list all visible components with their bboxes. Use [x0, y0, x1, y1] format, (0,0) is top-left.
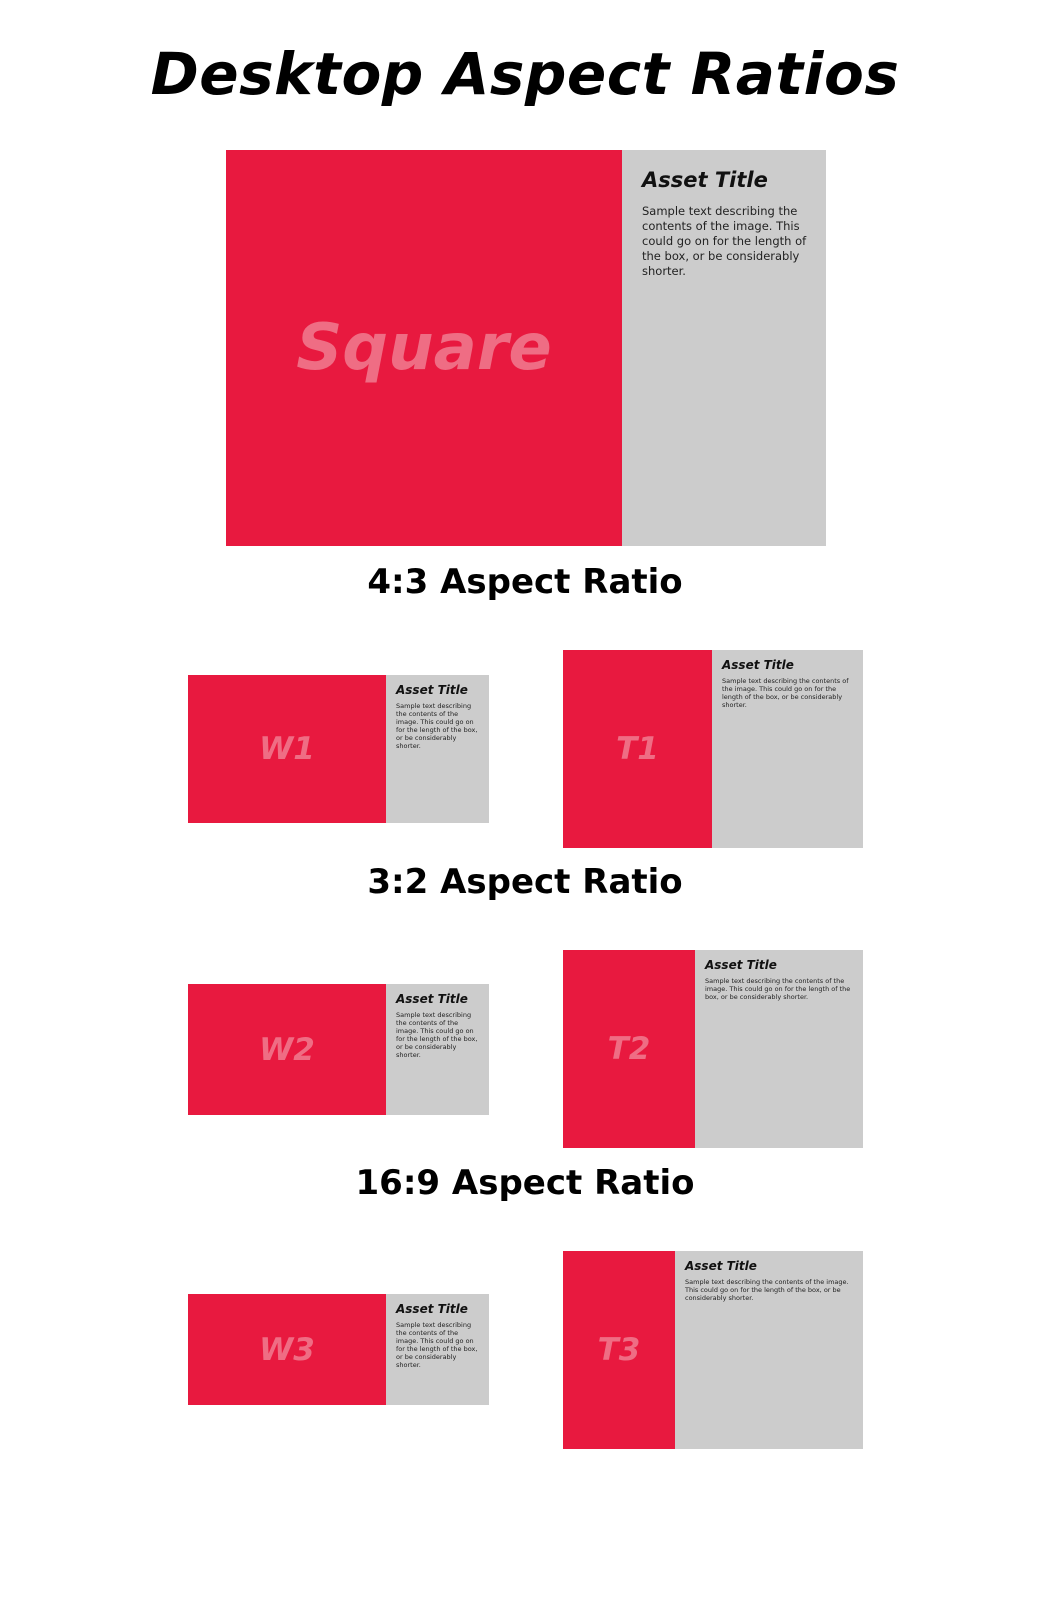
square-asset-description: Sample text describing the contents of t… [642, 204, 807, 278]
w2-info-panel: Asset Title Sample text describing the c… [386, 984, 489, 1115]
w3-asset-description: Sample text describing the contents of t… [396, 1321, 478, 1369]
t3-info-panel: Asset Title Sample text describing the c… [675, 1251, 863, 1449]
square-asset-title: Asset Title [642, 168, 768, 192]
w3-card: W3 Asset Title Sample text describing th… [188, 1294, 489, 1405]
w2-asset-title: Asset Title [396, 992, 468, 1006]
t3-asset-title: Asset Title [685, 1259, 757, 1273]
w3-info-panel: Asset Title Sample text describing the c… [386, 1294, 489, 1405]
w1-image-label: W1 [259, 731, 315, 767]
t2-image-label: T2 [607, 1031, 651, 1067]
t1-card: T1 Asset Title Sample text describing th… [563, 650, 863, 848]
w1-info-panel: Asset Title Sample text describing the c… [386, 675, 489, 823]
t3-card: T3 Asset Title Sample text describing th… [563, 1251, 863, 1449]
t1-image-label: T1 [616, 731, 659, 767]
t2-image-placeholder: T2 [563, 950, 695, 1148]
square-card: Square Asset Title Sample text describin… [226, 150, 826, 546]
t2-asset-title: Asset Title [705, 958, 777, 972]
t1-image-placeholder: T1 [563, 650, 712, 848]
t1-asset-description: Sample text describing the contents of t… [722, 677, 849, 709]
w2-image-label: W2 [259, 1031, 315, 1068]
square-info-panel: Asset Title Sample text describing the c… [622, 150, 826, 546]
section-heading-4-3: 4:3 Aspect Ratio [367, 562, 683, 602]
w1-asset-description: Sample text describing the contents of t… [396, 702, 478, 750]
square-image-placeholder: Square [226, 150, 622, 546]
t3-asset-description: Sample text describing the contents of t… [685, 1278, 849, 1302]
t2-card: T2 Asset Title Sample text describing th… [563, 950, 863, 1148]
w2-image-placeholder: W2 [188, 984, 386, 1115]
w1-image-placeholder: W1 [188, 675, 386, 823]
w2-asset-description: Sample text describing the contents of t… [396, 1011, 478, 1059]
t3-image-label: T3 [597, 1332, 641, 1368]
w1-asset-title: Asset Title [396, 683, 468, 697]
t1-asset-title: Asset Title [722, 658, 794, 672]
t2-info-panel: Asset Title Sample text describing the c… [695, 950, 863, 1148]
w2-card: W2 Asset Title Sample text describing th… [188, 984, 489, 1115]
t2-asset-description: Sample text describing the contents of t… [705, 977, 851, 1001]
t3-image-placeholder: T3 [563, 1251, 675, 1449]
w3-image-placeholder: W3 [188, 1294, 386, 1405]
page-title: Desktop Aspect Ratios [150, 40, 900, 108]
t1-info-panel: Asset Title Sample text describing the c… [712, 650, 863, 848]
section-heading-3-2: 3:2 Aspect Ratio [367, 862, 683, 902]
w3-asset-title: Asset Title [396, 1302, 468, 1316]
square-image-label: Square [296, 311, 552, 385]
section-heading-16-9: 16:9 Aspect Ratio [355, 1163, 695, 1203]
w1-card: W1 Asset Title Sample text describing th… [188, 675, 489, 823]
w3-image-label: W3 [259, 1331, 315, 1368]
